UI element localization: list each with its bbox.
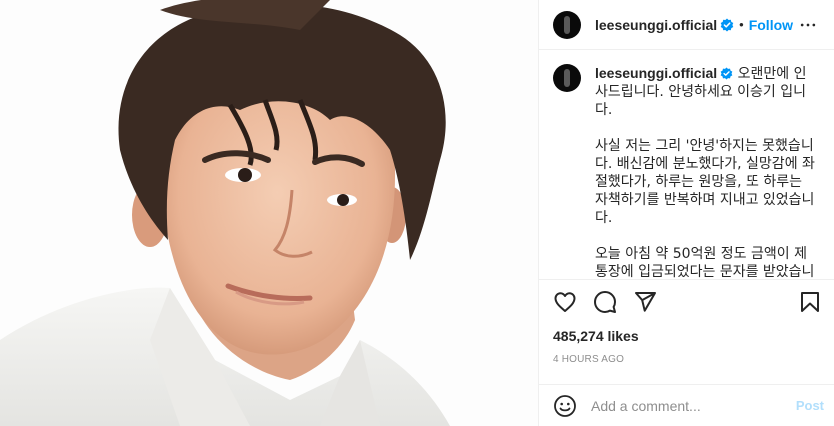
heart-icon[interactable] <box>553 290 577 314</box>
caption-paragraph: 사실 저는 그리 '안녕'하지는 못했습니다. 배신감에 분노했다가, 실망감에… <box>595 138 815 226</box>
like-count[interactable]: 485,274 likes <box>539 328 834 344</box>
post-timestamp[interactable]: 4 HOURS AGO <box>539 354 834 365</box>
caption-area: leeseunggi.official 오랜만에 인사드립니다. 안녕하세요 이… <box>539 50 834 280</box>
more-options-icon[interactable] <box>798 15 818 35</box>
action-bar <box>539 280 834 324</box>
post-header: leeseunggi.official • Follow <box>539 0 834 50</box>
verified-badge-icon <box>720 67 733 80</box>
verified-badge-icon <box>720 18 734 31</box>
bookmark-icon[interactable] <box>798 290 822 314</box>
caption-paragraph: 오늘 아침 약 50억원 정도 금액이 제 통장에 입금되었다는 문자를 받았습… <box>595 246 815 280</box>
caption-username-link[interactable]: leeseunggi.official <box>595 65 717 81</box>
post-sidebar: leeseunggi.official • Follow leeseunggi.… <box>538 0 834 426</box>
comment-input[interactable] <box>591 397 796 414</box>
paper-plane-icon[interactable] <box>633 290 657 314</box>
avatar[interactable] <box>553 10 581 39</box>
portrait-image <box>0 0 538 426</box>
follow-button[interactable]: Follow <box>749 17 793 33</box>
comment-box: Post <box>539 384 834 426</box>
post-photo[interactable] <box>0 0 538 426</box>
caption-avatar[interactable] <box>553 64 581 92</box>
smiley-icon[interactable] <box>553 394 577 418</box>
instagram-post: leeseunggi.official • Follow leeseunggi.… <box>0 0 834 426</box>
separator-dot: • <box>739 17 744 32</box>
comment-bubble-icon[interactable] <box>593 290 617 314</box>
caption-text: leeseunggi.official 오랜만에 인사드립니다. 안녕하세요 이… <box>595 64 816 279</box>
username-link[interactable]: leeseunggi.official <box>595 17 717 33</box>
post-comment-button[interactable]: Post <box>796 398 824 413</box>
caption-paragraph: leeseunggi.official 오랜만에 인사드립니다. 안녕하세요 이… <box>595 64 816 119</box>
